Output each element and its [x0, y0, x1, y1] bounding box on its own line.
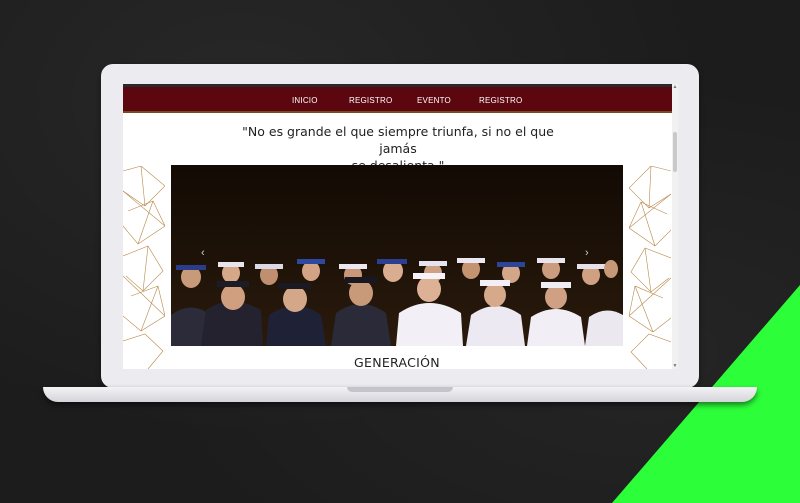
right-geometric-decoration [629, 166, 671, 369]
nav-link-registro-2[interactable]: REGISTRO [479, 96, 522, 105]
section-title-generacion: GENERACIÓN [354, 355, 440, 369]
quote-line-1: "No es grande el que siempre triunfa, si… [242, 124, 554, 156]
laptop-notch [347, 387, 453, 392]
nav-link-inicio[interactable]: INICIO [292, 96, 318, 105]
hero-carousel[interactable]: ‹ › [171, 165, 623, 346]
nav-link-registro[interactable]: REGISTRO [349, 96, 392, 105]
scroll-up-arrow-icon[interactable]: ▲ [672, 84, 678, 90]
graduates-photo [171, 165, 623, 346]
navbar: INICIO REGISTRO EVENTO REGISTRO [123, 84, 672, 113]
left-geometric-decoration [123, 166, 165, 369]
browser-viewport: INICIO REGISTRO EVENTO REGISTRO "No es g… [123, 84, 678, 369]
carousel-next-chevron-right-icon[interactable]: › [585, 247, 589, 259]
nav-link-evento[interactable]: EVENTO [417, 96, 451, 105]
scroll-down-arrow-icon[interactable]: ▼ [672, 363, 678, 369]
carousel-prev-chevron-left-icon[interactable]: ‹ [201, 247, 205, 259]
vertical-scrollbar[interactable] [672, 84, 678, 369]
scrollbar-thumb[interactable] [673, 132, 677, 172]
